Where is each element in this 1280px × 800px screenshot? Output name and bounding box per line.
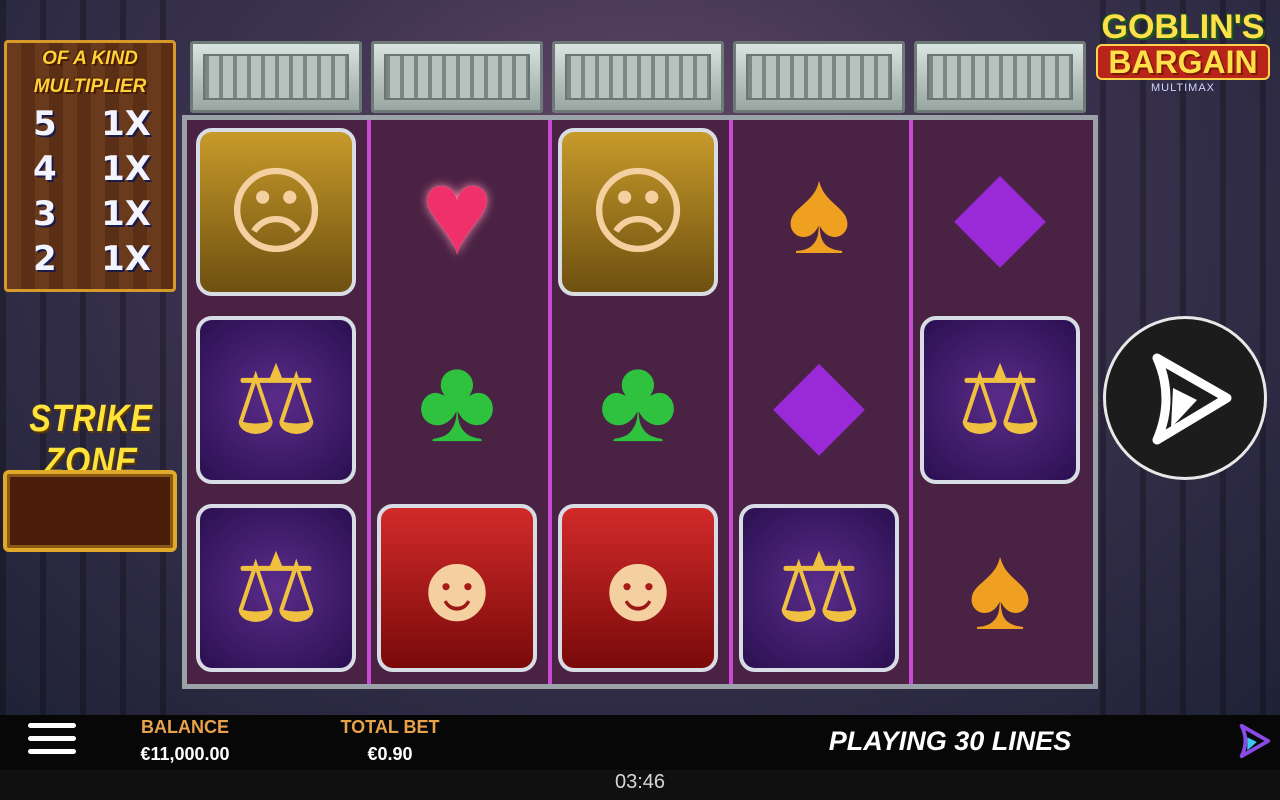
total-bet-value[interactable]: €0.90 <box>320 744 460 765</box>
logo-line3: MULTIMAX <box>1150 82 1216 94</box>
reel-symbol-banker: ☹ <box>192 122 360 302</box>
reel-symbol-banker: ☹ <box>554 122 722 302</box>
reel-divider <box>729 120 733 684</box>
banker-icon: ☹ <box>225 159 327 266</box>
club-icon: ♣ <box>598 333 678 467</box>
menu-icon[interactable] <box>28 723 76 759</box>
witch-tile: ☻ <box>558 504 718 672</box>
reel-divider <box>367 120 371 684</box>
spin-icon <box>1152 353 1232 445</box>
multiplier-row: 5 1X <box>7 101 173 146</box>
scales-icon: ⚖ <box>232 347 320 454</box>
banker-tile: ☹ <box>558 128 718 296</box>
multiplier-kind: 4 <box>33 148 57 189</box>
logo-line1: GOBLIN'S <box>1101 8 1265 46</box>
heart-icon: ♥ <box>421 145 493 279</box>
diamond-icon: ◆ <box>953 145 1047 279</box>
reel-divider <box>909 120 913 684</box>
scales-tile: ⚖ <box>739 504 899 672</box>
reel-symbol-spade: ♠ <box>916 498 1084 678</box>
witch-tile: ☻ <box>377 504 537 672</box>
banker-icon: ☹ <box>587 159 689 266</box>
reel-symbol-witch: ☻ <box>373 498 541 678</box>
balance-label: BALANCE <box>141 717 229 737</box>
multiplier-row: 2 1X <box>7 236 173 281</box>
multiplier-title-line2: MULTIPLIER <box>33 76 147 97</box>
scales-tile: ⚖ <box>196 504 356 672</box>
reel-cage <box>552 41 724 113</box>
scales-icon: ⚖ <box>232 535 320 642</box>
reel-divider <box>548 120 552 684</box>
game-logo: GOBLIN'S BARGAIN MULTIMAX <box>1092 10 1274 110</box>
spade-icon: ♠ <box>968 521 1032 655</box>
multiplier-panel: OF A KIND MULTIPLIER 5 1X 4 1X 3 1X 2 1X <box>4 40 176 292</box>
reel-symbol-club: ♣ <box>373 310 541 490</box>
reel-cage <box>733 41 905 113</box>
reel-symbol-scales: ⚖ <box>192 310 360 490</box>
multiplier-value: 1X <box>101 193 151 234</box>
spade-icon: ♠ <box>787 145 851 279</box>
clock: 03:46 <box>614 771 666 793</box>
reel-cage <box>914 41 1086 113</box>
multiplier-kind: 2 <box>33 238 57 279</box>
reel-symbol-diamond: ◆ <box>735 310 903 490</box>
reel-symbol-club: ♣ <box>554 310 722 490</box>
multiplier-value: 1X <box>101 238 151 279</box>
scales-tile: ⚖ <box>920 316 1080 484</box>
multiplier-row: 3 1X <box>7 191 173 236</box>
reel-cage <box>190 41 362 113</box>
multiplier-title: OF A KIND MULTIPLIER <box>7 45 173 101</box>
reel-symbol-witch: ☻ <box>554 498 722 678</box>
multiplier-title-line1: OF A KIND <box>42 48 138 69</box>
multiplier-row: 4 1X <box>7 146 173 191</box>
spin-button[interactable] <box>1103 316 1267 480</box>
banker-tile: ☹ <box>196 128 356 296</box>
reel-symbol-scales: ⚖ <box>735 498 903 678</box>
total-bet-label[interactable]: TOTAL BET <box>320 717 460 738</box>
witch-icon: ☻ <box>406 534 508 641</box>
strike-zone-box <box>3 470 177 552</box>
scales-icon: ⚖ <box>956 347 1044 454</box>
reel-symbol-diamond: ◆ <box>916 122 1084 302</box>
multiplier-kind: 5 <box>33 103 57 144</box>
reel-cage <box>371 41 543 113</box>
multiplier-value: 1X <box>101 148 151 189</box>
balance-value: €11,000.00 <box>140 744 230 764</box>
lines-status: PLAYING 30 LINES <box>828 726 1072 756</box>
club-icon: ♣ <box>417 333 497 467</box>
scales-tile: ⚖ <box>196 316 356 484</box>
witch-icon: ☻ <box>587 534 689 641</box>
logo-line2: BARGAIN <box>1096 44 1270 80</box>
reel-symbol-scales: ⚖ <box>192 498 360 678</box>
scales-icon: ⚖ <box>775 535 863 642</box>
brand-icon <box>1239 723 1271 759</box>
multiplier-kind: 3 <box>33 193 57 234</box>
reel-symbol-heart: ♥ <box>373 122 541 302</box>
multiplier-value: 1X <box>101 103 151 144</box>
reel-symbol-spade: ♠ <box>735 122 903 302</box>
diamond-icon: ◆ <box>772 333 866 467</box>
reel-symbol-scales: ⚖ <box>916 310 1084 490</box>
